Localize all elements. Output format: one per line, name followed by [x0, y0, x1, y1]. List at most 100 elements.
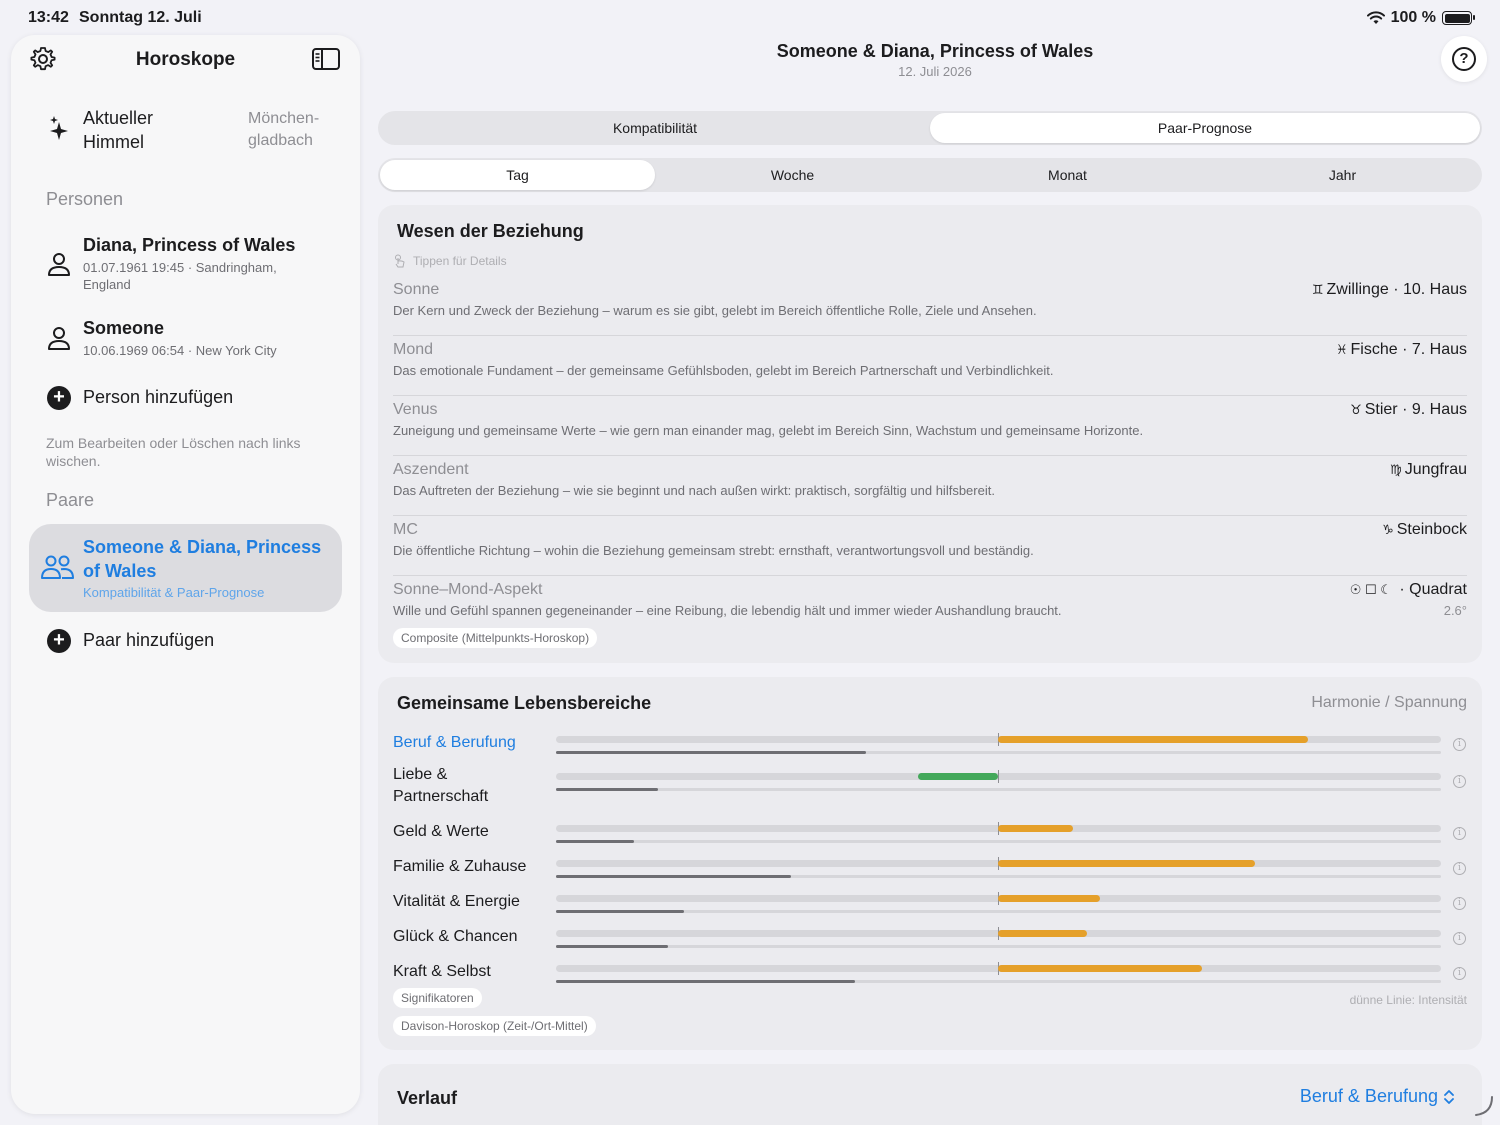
pisces-icon: ♓ — [1335, 342, 1348, 357]
life-area-row[interactable]: Familie & Zuhause i — [393, 850, 1467, 885]
status-indicators: 100 % — [1366, 9, 1475, 27]
aspect-name: Sonne — [393, 281, 440, 298]
pair-item-selected[interactable]: Someone & Diana, Princess of Wales Kompa… — [29, 524, 342, 612]
harmony-fill — [998, 736, 1308, 743]
plus-circle-icon: + — [47, 386, 71, 410]
tab-monat[interactable]: Monat — [930, 160, 1205, 190]
tab-tag[interactable]: Tag — [380, 160, 655, 190]
life-area-name: Vitalität & Energie — [393, 893, 520, 910]
current-sky-label: Aktueller Himmel — [83, 108, 154, 152]
aspect-row-venus[interactable]: Venus Zuneigung und gemeinsame Werte – w… — [393, 396, 1467, 456]
add-person-button[interactable]: + Person hinzufügen — [11, 385, 360, 413]
aspect-value-text: Zwillinge · 10. Haus — [1326, 281, 1468, 298]
aspect-desc: Zuneigung und gemeinsame Werte – wie ger… — [393, 423, 1144, 438]
info-icon[interactable]: i — [1453, 827, 1466, 840]
add-pair-button[interactable]: + Paar hinzufügen — [11, 628, 360, 656]
aspect-desc: Das Auftreten der Beziehung – wie sie be… — [393, 483, 995, 498]
capricorn-icon: ♑ — [1382, 522, 1394, 537]
info-icon[interactable]: i — [1453, 775, 1466, 788]
intensity-track — [556, 788, 1441, 791]
aspect-value: ♓ Fische · 7. Haus — [1336, 341, 1467, 359]
verlauf-selected-area: Beruf & Berufung — [1299, 1086, 1438, 1106]
aspect-value-text: Stier · 9. Haus — [1364, 401, 1467, 418]
nature-card: Wesen der Beziehung Tippen für Details S… — [378, 205, 1482, 663]
person-item-diana[interactable]: Diana, Princess of Wales 01.07.1961 19:4… — [11, 233, 360, 295]
sidebar-title: Horoskope — [135, 49, 236, 70]
aspect-value: ♉ Stier · 9. Haus — [1350, 401, 1467, 419]
life-area-row[interactable]: Geld & Werte i — [393, 815, 1467, 850]
intensity-track — [556, 840, 1441, 843]
question-mark-icon: ? — [1452, 47, 1476, 71]
tab-woche[interactable]: Woche — [655, 160, 930, 190]
intensity-fill — [556, 875, 791, 878]
info-icon[interactable]: i — [1453, 738, 1466, 751]
composite-tag: Composite (Mittelpunkts-Horoskop) — [393, 628, 598, 648]
main-tabs: Kompatibilität Paar-Prognose — [378, 111, 1482, 145]
verlauf-area-selector[interactable]: Beruf & Berufung — [1300, 1086, 1454, 1107]
tab-kompatibilitaet[interactable]: Kompatibilität — [380, 113, 930, 143]
person-name: Diana, Princess of Wales — [83, 235, 296, 255]
harmony-legend: Harmonie / Spannung — [1311, 694, 1467, 711]
aspect-value: ☉ ☐ ☾ · Quadrat — [1350, 581, 1467, 599]
sun-square-moon-icon: ☉ ☐ ☾ — [1349, 582, 1392, 597]
aspect-row-sonne-mond[interactable]: Sonne–Mond-Aspekt Wille und Gefühl spann… — [393, 576, 1467, 628]
aspect-row-mond[interactable]: Mond Das emotionale Fundament – der geme… — [393, 336, 1467, 396]
people-pair-icon — [41, 555, 74, 579]
aspect-desc: Wille und Gefühl spannen gegeneinander –… — [393, 603, 1062, 618]
aspect-name: Aszendent — [393, 461, 469, 478]
aspect-orb: 2.6° — [1443, 603, 1467, 618]
life-area-name: Beruf & Berufung — [393, 734, 516, 751]
harmony-track — [556, 733, 1441, 746]
hand-tap-icon — [395, 254, 405, 268]
plus-circle-icon: + — [47, 629, 71, 653]
aspect-row-aszendent[interactable]: Aszendent Das Auftreten der Beziehung – … — [393, 456, 1467, 516]
life-area-row[interactable]: Liebe & Partnerschaft i — [393, 758, 1467, 806]
intensity-fill — [556, 840, 634, 843]
life-area-name: Liebe & Partnerschaft — [393, 766, 489, 805]
life-area-name: Glück & Chancen — [393, 928, 518, 945]
aspect-name: Sonne–Mond-Aspekt — [393, 581, 543, 598]
add-pair-label: Paar hinzufügen — [83, 630, 215, 650]
info-icon[interactable]: i — [1453, 967, 1466, 980]
sparkles-icon — [50, 116, 68, 140]
resize-handle-icon[interactable] — [1470, 1093, 1496, 1119]
life-areas-card: Gemeinsame Lebensbereiche Harmonie / Spa… — [378, 677, 1482, 1050]
intensity-fill — [556, 788, 658, 791]
person-name: Someone — [83, 318, 165, 338]
tab-jahr[interactable]: Jahr — [1205, 160, 1480, 190]
help-button[interactable]: ? — [1441, 36, 1487, 82]
info-icon[interactable]: i — [1453, 932, 1466, 945]
persons-header: Personen — [46, 189, 124, 209]
intensity-track — [556, 945, 1441, 948]
info-icon[interactable]: i — [1453, 897, 1466, 910]
tap-hint: Tippen für Details — [393, 254, 507, 268]
nature-title: Wesen der Beziehung — [397, 221, 584, 241]
info-icon[interactable]: i — [1453, 862, 1466, 875]
life-area-row[interactable]: Kraft & Selbst i — [393, 955, 1467, 990]
life-area-row[interactable]: Vitalität & Energie i — [393, 885, 1467, 920]
life-area-row[interactable]: Beruf & Berufung i — [393, 726, 1467, 761]
aspect-row-sonne[interactable]: Sonne Der Kern und Zweck der Beziehung –… — [393, 276, 1467, 336]
pair-subtitle: Kompatibilität & Paar-Prognose — [83, 585, 265, 600]
pair-name: Someone & Diana, Princess of Wales — [83, 537, 322, 581]
person-meta: 10.06.1969 06:54 · New York City — [83, 343, 277, 358]
harmony-track — [556, 857, 1441, 870]
harmony-fill — [998, 930, 1087, 937]
aspect-desc: Das emotionale Fundament – der gemeinsam… — [393, 363, 1054, 378]
chevron-up-down-icon — [1444, 1089, 1454, 1104]
sidebar: Horoskope Aktueller Himmel Mönchen-gladb… — [11, 35, 360, 1114]
person-icon — [48, 327, 70, 350]
aspect-value: ♊ Zwillinge · 10. Haus — [1312, 281, 1467, 299]
sidebar-toggle-icon[interactable] — [312, 47, 340, 71]
person-item-someone[interactable]: Someone 10.06.1969 06:54 · New York City — [11, 316, 360, 360]
aspect-row-mc[interactable]: MC Die öffentliche Richtung – wohin die … — [393, 516, 1467, 576]
current-sky-item[interactable]: Aktueller Himmel Mönchen-gladbach — [11, 106, 360, 156]
aspect-value-text: · Quadrat — [1399, 581, 1467, 598]
aspect-desc: Der Kern und Zweck der Beziehung – warum… — [393, 303, 1037, 318]
life-area-row[interactable]: Glück & Chancen i — [393, 920, 1467, 955]
intensity-track — [556, 751, 1441, 754]
intensity-track — [556, 910, 1441, 913]
tab-paar-prognose[interactable]: Paar-Prognose — [930, 113, 1480, 143]
intensity-fill — [556, 751, 866, 754]
tap-hint-label: Tippen für Details — [413, 254, 507, 268]
